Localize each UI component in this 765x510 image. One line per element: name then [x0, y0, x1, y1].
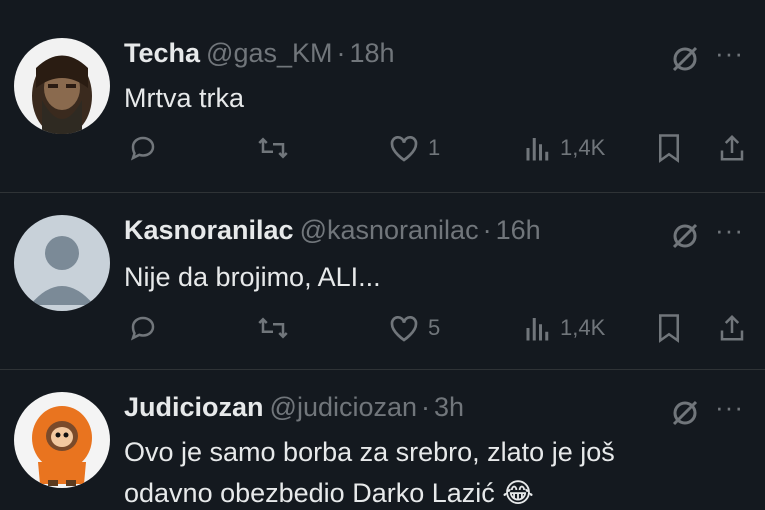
- bookmark-button[interactable]: [656, 128, 682, 168]
- views-icon: [526, 138, 549, 161]
- reply-icon: [130, 316, 155, 341]
- share-button[interactable]: [718, 308, 746, 348]
- like-button[interactable]: 5: [388, 308, 440, 348]
- view-count: 1,4K: [560, 315, 606, 340]
- avatar[interactable]: [14, 215, 110, 311]
- repost-icon: [258, 317, 288, 339]
- repost-button[interactable]: [256, 308, 290, 348]
- like-count: 1: [428, 135, 441, 160]
- tweet-2[interactable]: Kasnoranilac @kasnoranilac · 16h ··· Nije d…: [0, 193, 765, 369]
- timestamp[interactable]: 3h: [434, 392, 464, 422]
- views-icon: [526, 318, 549, 341]
- more-options-icon[interactable]: ···: [715, 38, 744, 69]
- tweet-3[interactable]: Judiciozan @judiciozan · 3h ··· Ovo je samo…: [0, 370, 765, 510]
- views-button[interactable]: 1,4K: [524, 128, 605, 168]
- display-name[interactable]: Judiciozan: [124, 392, 264, 422]
- like-count: 5: [428, 315, 441, 340]
- bookmark-button[interactable]: [656, 308, 682, 348]
- separator-dot: ·: [482, 215, 492, 245]
- more-options-icon[interactable]: ···: [715, 392, 744, 423]
- separator-dot: ·: [421, 392, 431, 422]
- share-icon: [720, 134, 744, 161]
- avatar[interactable]: [14, 392, 110, 488]
- user-handle[interactable]: @gas_KM: [206, 38, 332, 68]
- grok-icon[interactable]: [668, 396, 702, 430]
- tweet-1[interactable]: Techa @gas_KM · 18h ··· Mrtva trka 1 1,4K: [0, 0, 765, 192]
- reply-icon: [130, 136, 155, 161]
- views-button[interactable]: 1,4K: [524, 308, 605, 348]
- reply-button[interactable]: [128, 128, 158, 168]
- user-handle[interactable]: @judiciozan: [270, 392, 418, 422]
- timeline-feed: Techa @gas_KM · 18h ··· Mrtva trka 1 1,4K: [0, 0, 765, 510]
- share-button[interactable]: [718, 128, 746, 168]
- tweet-actions: 5 1,4K: [124, 308, 754, 348]
- tweet-text: Ovo je samo borba za srebro, zlato je jo…: [124, 432, 744, 510]
- user-handle[interactable]: @kasnoranilac: [300, 215, 479, 245]
- bookmark-icon: [659, 134, 679, 163]
- like-icon: [390, 316, 418, 342]
- tweet-actions: 1 1,4K: [124, 128, 754, 168]
- grok-icon[interactable]: [668, 42, 702, 76]
- emoji-laughing: 😂: [502, 478, 534, 508]
- like-button[interactable]: 1: [388, 128, 440, 168]
- avatar[interactable]: [14, 38, 110, 134]
- tweet-text-line-1: Ovo je samo borba za srebro, zlato je jo…: [124, 437, 615, 467]
- share-icon: [720, 314, 744, 341]
- bookmark-icon: [659, 314, 679, 343]
- tweet-text-line-2: odavno obezbedio Darko Lazić 😂: [124, 473, 744, 510]
- grok-icon[interactable]: [668, 219, 702, 253]
- reply-button[interactable]: [128, 308, 158, 348]
- tweet-text: Mrtva trka: [124, 83, 245, 113]
- tweet-text: Nije da brojimo, ALI...: [124, 262, 381, 292]
- display-name[interactable]: Kasnoranilac: [124, 215, 294, 245]
- repost-icon: [258, 137, 288, 159]
- view-count: 1,4K: [560, 135, 606, 160]
- repost-button[interactable]: [256, 128, 290, 168]
- tweet-text-line-2-text: odavno obezbedio Darko Lazić: [124, 478, 495, 508]
- like-icon: [390, 136, 418, 162]
- display-name[interactable]: Techa: [124, 38, 200, 68]
- more-options-icon[interactable]: ···: [715, 215, 744, 246]
- separator-dot: ·: [336, 38, 346, 68]
- timestamp[interactable]: 16h: [496, 215, 541, 245]
- timestamp[interactable]: 18h: [350, 38, 395, 68]
